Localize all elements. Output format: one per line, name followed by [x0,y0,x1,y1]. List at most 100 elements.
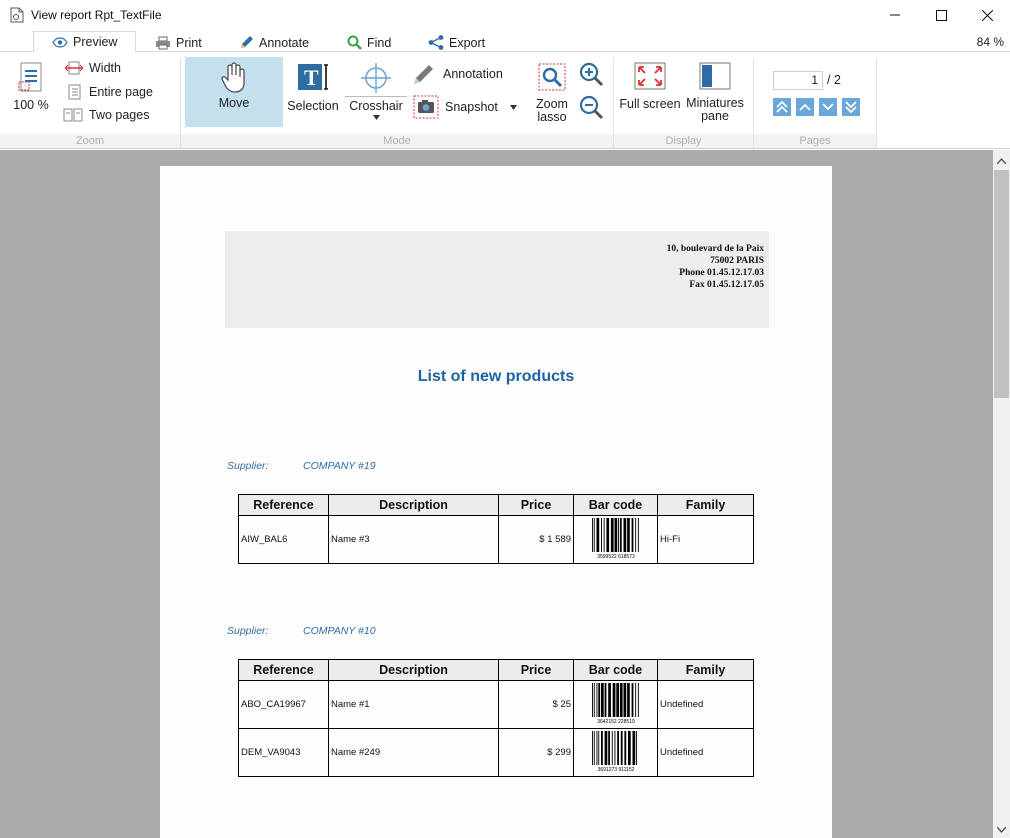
crosshair-icon [361,63,391,93]
reference-cell: DEM_VA9043 [238,728,329,777]
chevron-down-icon [372,115,380,120]
entire-page-icon [68,84,81,100]
pencil-icon [241,36,253,48]
svg-text:T: T [304,65,319,90]
first-page-icon[interactable] [773,98,791,116]
mode-group-label: Mode [181,134,613,148]
column-header: Bar code [573,659,658,681]
tab-preview[interactable]: Preview [33,31,137,53]
magnifier-icon [347,35,362,50]
display-group: Full screen Miniatures pane Display [614,52,753,149]
table-row: AIW_BAL6 Name #3 $ 1 589 3599522 618573 … [238,515,754,564]
snapshot-mode-button[interactable]: Snapshot [413,95,517,119]
family-cell: Undefined [657,728,754,777]
family-cell: Undefined [657,680,754,729]
zoom-lasso-button[interactable]: Zoom lasso [530,62,574,124]
scroll-thumb[interactable] [994,170,1009,398]
maximize-button[interactable] [918,0,964,30]
group-divider [876,58,877,148]
tab-annotate[interactable]: Annotate [239,32,309,53]
description-cell: Name #249 [328,728,499,777]
zoom-in-icon [579,62,604,87]
zoom-width-button[interactable]: Width [65,61,121,75]
crosshair-mode-button[interactable]: Crosshair [345,62,407,120]
barcode-number: 3599522 618573 [597,554,635,560]
column-header: Reference [238,494,329,516]
column-header: Bar code [573,494,658,516]
zoom-entire-page-button[interactable]: Entire page [65,84,153,100]
fit-width-icon [65,61,83,75]
zoom-in-button[interactable] [579,62,605,91]
price-cell: $ 1 589 [498,515,574,564]
barcode-cell: 3691273 911152 [573,728,658,777]
barcode-image: 3691273 911152 [591,731,637,773]
description-cell: Name #3 [328,515,499,564]
report-page: 10, boulevard de la Paix 75002 PARIS Pho… [160,166,832,838]
barcode-number: 3642152 228519 [597,719,635,725]
ribbon: 100 % Width Entire page Two pages Zoom M… [0,52,1010,149]
annotation-mode-button[interactable]: Annotation [411,61,503,87]
zoom-out-button[interactable] [579,95,605,124]
report-viewer[interactable]: 10, boulevard de la Paix 75002 PARIS Pho… [0,150,993,838]
move-mode-button[interactable]: Move [185,57,283,127]
display-group-label: Display [614,134,753,148]
pencil-icon [414,65,433,84]
price-cell: $ 299 [498,728,574,777]
page-number-input[interactable]: 1 [773,71,823,90]
hand-icon [221,62,245,93]
barcode-image: 3599522 618573 [591,518,639,560]
zoom-lasso-icon [538,63,566,91]
ribbon-tabs: Preview Print Annotate Find Export 84 % [0,30,1010,53]
supplier-line: Supplier: COMPANY #10 [227,625,376,637]
share-icon [428,35,444,50]
chevron-up-icon [997,157,1006,164]
close-button[interactable] [964,0,1010,30]
last-page-icon[interactable] [842,98,860,116]
tab-find[interactable]: Find [347,32,391,53]
column-header: Family [657,494,754,516]
tab-print[interactable]: Print [155,32,202,53]
supplier-label: Supplier: [227,460,269,472]
miniatures-pane-button[interactable]: Miniatures pane [684,62,746,123]
previous-page-icon[interactable] [796,98,814,116]
scroll-up-arrow[interactable] [993,152,1010,169]
page-navigation [773,98,860,116]
printer-icon [156,36,170,49]
reference-cell: AIW_BAL6 [238,515,329,564]
barcode-number: 3691273 911152 [597,767,634,773]
next-page-icon[interactable] [819,98,837,116]
column-header: Price [498,659,574,681]
zoom-100-button[interactable]: 100 % [8,62,54,112]
products-table: Reference Description Price Bar code Fam… [238,659,754,777]
full-screen-button[interactable]: Full screen [618,62,682,111]
family-cell: Hi-Fi [657,515,754,564]
table-header-row: Reference Description Price Bar code Fam… [238,494,754,516]
title-bar: View report Rpt_TextFile [0,0,1010,30]
supplier-name: COMPANY #10 [303,625,376,637]
zoom-two-pages-button[interactable]: Two pages [63,107,149,123]
table-header-row: Reference Description Price Bar code Fam… [238,659,754,681]
tab-export[interactable]: Export [428,32,485,53]
company-address: 10, boulevard de la Paix 75002 PARIS Pho… [666,244,764,290]
reference-cell: ABO_CA19967 [238,680,329,729]
scroll-down-arrow[interactable] [993,821,1010,838]
two-pages-icon [63,108,83,122]
price-cell: $ 25 [498,680,574,729]
barcode-cell: 3642152 228519 [573,680,658,729]
vertical-scrollbar[interactable] [993,150,1010,838]
mode-group: Move T Selection Crosshair Annotation Sn… [181,52,613,149]
selection-mode-button[interactable]: T Selection [285,62,341,113]
minimize-button[interactable] [872,0,918,30]
products-table: Reference Description Price Bar code Fam… [238,494,754,564]
supplier-line: Supplier: COMPANY #19 [227,460,376,472]
column-header: Description [328,659,499,681]
report-title: List of new products [417,368,575,385]
column-header: Price [498,494,574,516]
window-title: View report Rpt_TextFile [31,8,162,22]
barcode-image: 3642152 228519 [591,683,639,725]
pages-group: 1 / 2 Pages [754,52,876,149]
full-screen-icon [634,62,666,90]
page-total: / 2 [827,73,841,87]
table-row: ABO_CA19967 Name #1 $ 25 3642152 228519 … [238,680,754,729]
eye-icon [52,36,68,48]
